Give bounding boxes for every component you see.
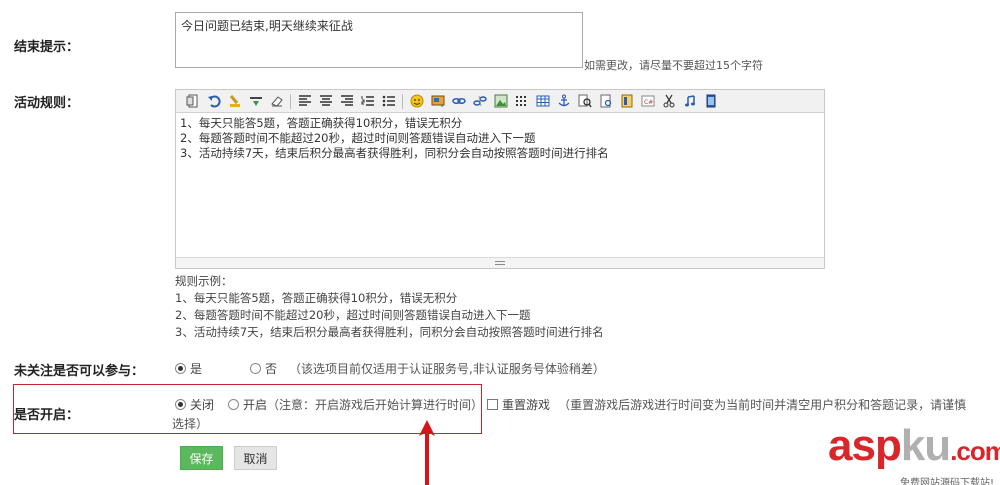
anchor-icon[interactable] [553, 91, 574, 111]
video-icon[interactable] [700, 91, 721, 111]
rule-example-title: 规则示例： [175, 274, 233, 288]
image-insert-icon[interactable] [427, 91, 448, 111]
ordered-list-icon[interactable] [357, 91, 378, 111]
reset-game-label[interactable]: 重置游戏 [502, 396, 550, 413]
watermark-subtitle: 免费网站源码下载站! [899, 478, 994, 485]
enable-on-note: （注意：开启游戏后开始计算进行时间） [267, 398, 484, 412]
rules-label: 活动规则： [14, 96, 80, 111]
table-icon[interactable] [532, 91, 553, 111]
special-char-icon[interactable] [511, 91, 532, 111]
editor-line: 3、活动持续7天，结束后积分最高者获得胜利，同积分会自动按照答题时间进行排名 [180, 146, 609, 160]
enable-options: 关闭 开启 （注意：开启游戏后开始计算进行时间） 重置游戏 （重置游戏后游戏进行… [175, 396, 966, 413]
enable-off-radio[interactable] [175, 399, 186, 410]
enable-label: 是否开启： [14, 408, 80, 423]
toolbar-separator [290, 93, 291, 109]
unordered-list-icon[interactable] [378, 91, 399, 111]
align-left-icon[interactable] [294, 91, 315, 111]
red-arrow-annotation [419, 420, 435, 485]
link-icon[interactable] [448, 91, 469, 111]
editor-content[interactable]: 1、每天只能答5题，答题正确获得10积分，错误无积分 2、每题答题时间不能超过2… [176, 113, 824, 256]
align-center-icon[interactable] [315, 91, 336, 111]
editor-line: 2、每题答题时间不能超过20秒，超过时间则答题错误自动进入下一题 [180, 131, 536, 145]
emoji-icon[interactable] [406, 91, 427, 111]
code-icon[interactable]: C# [637, 91, 658, 111]
rule-example-line: 2、每题答题时间不能超过20秒，超过时间则答题错误自动进入下一题 [175, 308, 531, 322]
insert-below-icon[interactable] [245, 91, 266, 111]
editor-toolbar: C# [176, 90, 824, 113]
template-icon[interactable] [616, 91, 637, 111]
watermark-asp: asp [828, 421, 902, 470]
picture-icon[interactable] [490, 91, 511, 111]
end-tip-label: 结束提示： [14, 40, 80, 55]
end-tip-input[interactable] [175, 12, 583, 68]
enable-on-radio[interactable] [228, 399, 240, 410]
end-tip-hint: 如需更改，请尽量不要超过15个字符 [584, 59, 763, 72]
reset-game-note-continued: 选择） [172, 417, 209, 431]
enable-off-label[interactable]: 关闭 [190, 396, 214, 413]
follow-no-label[interactable]: 否 [265, 360, 277, 377]
eraser-icon[interactable] [266, 91, 287, 111]
undo-icon[interactable] [203, 91, 224, 111]
music-icon[interactable] [679, 91, 700, 111]
follow-no-radio[interactable] [250, 363, 262, 374]
follow-yes-label[interactable]: 是 [190, 360, 202, 377]
rule-example: 规则示例： 1、每天只能答5题，答题正确获得10积分，错误无积分 2、每题答题时… [175, 273, 604, 341]
aspku-watermark-logo: aspku.com 免费网站源码下载站! [828, 421, 1000, 485]
preview-icon[interactable] [595, 91, 616, 111]
find-icon[interactable] [574, 91, 595, 111]
unlink-icon[interactable] [469, 91, 490, 111]
watermark-com: .com [950, 436, 1000, 466]
reset-game-note: （重置游戏后游戏进行时间变为当前时间并清空用户积分和答题记录，请谨慎 [558, 398, 967, 412]
follow-note: （该选项目前仅适用于认证服务号,非认证服务号体验稍差） [289, 362, 605, 376]
toolbar-separator [402, 93, 403, 109]
rule-example-line: 1、每天只能答5题，答题正确获得10积分，错误无积分 [175, 291, 458, 305]
watermark-ku: ku [900, 421, 951, 470]
source-icon[interactable] [182, 91, 203, 111]
enable-on-label[interactable]: 开启 [243, 396, 267, 413]
align-right-icon[interactable] [336, 91, 357, 111]
editor-line: 1、每天只能答5题，答题正确获得10积分，错误无积分 [180, 116, 463, 130]
svg-text:C#: C# [644, 99, 653, 106]
save-button[interactable]: 保存 [180, 446, 223, 470]
cancel-button[interactable]: 取消 [234, 446, 277, 470]
editor-resize-handle[interactable] [176, 257, 824, 268]
clear-format-icon[interactable] [224, 91, 245, 111]
reset-game-checkbox[interactable] [487, 399, 499, 410]
rules-editor: C# 1、每天只能答5题，答题正确获得10积分，错误无积分 2、每题答题时间不能… [175, 89, 825, 269]
follow-options: 是 否 （该选项目前仅适用于认证服务号,非认证服务号体验稍差） [175, 360, 605, 377]
follow-label: 未关注是否可以参与： [14, 364, 145, 379]
rule-example-line: 3、活动持续7天，结束后积分最高者获得胜利，同积分会自动按照答题时间进行排名 [175, 325, 604, 339]
cut-icon[interactable] [658, 91, 679, 111]
follow-yes-radio[interactable] [175, 363, 186, 374]
